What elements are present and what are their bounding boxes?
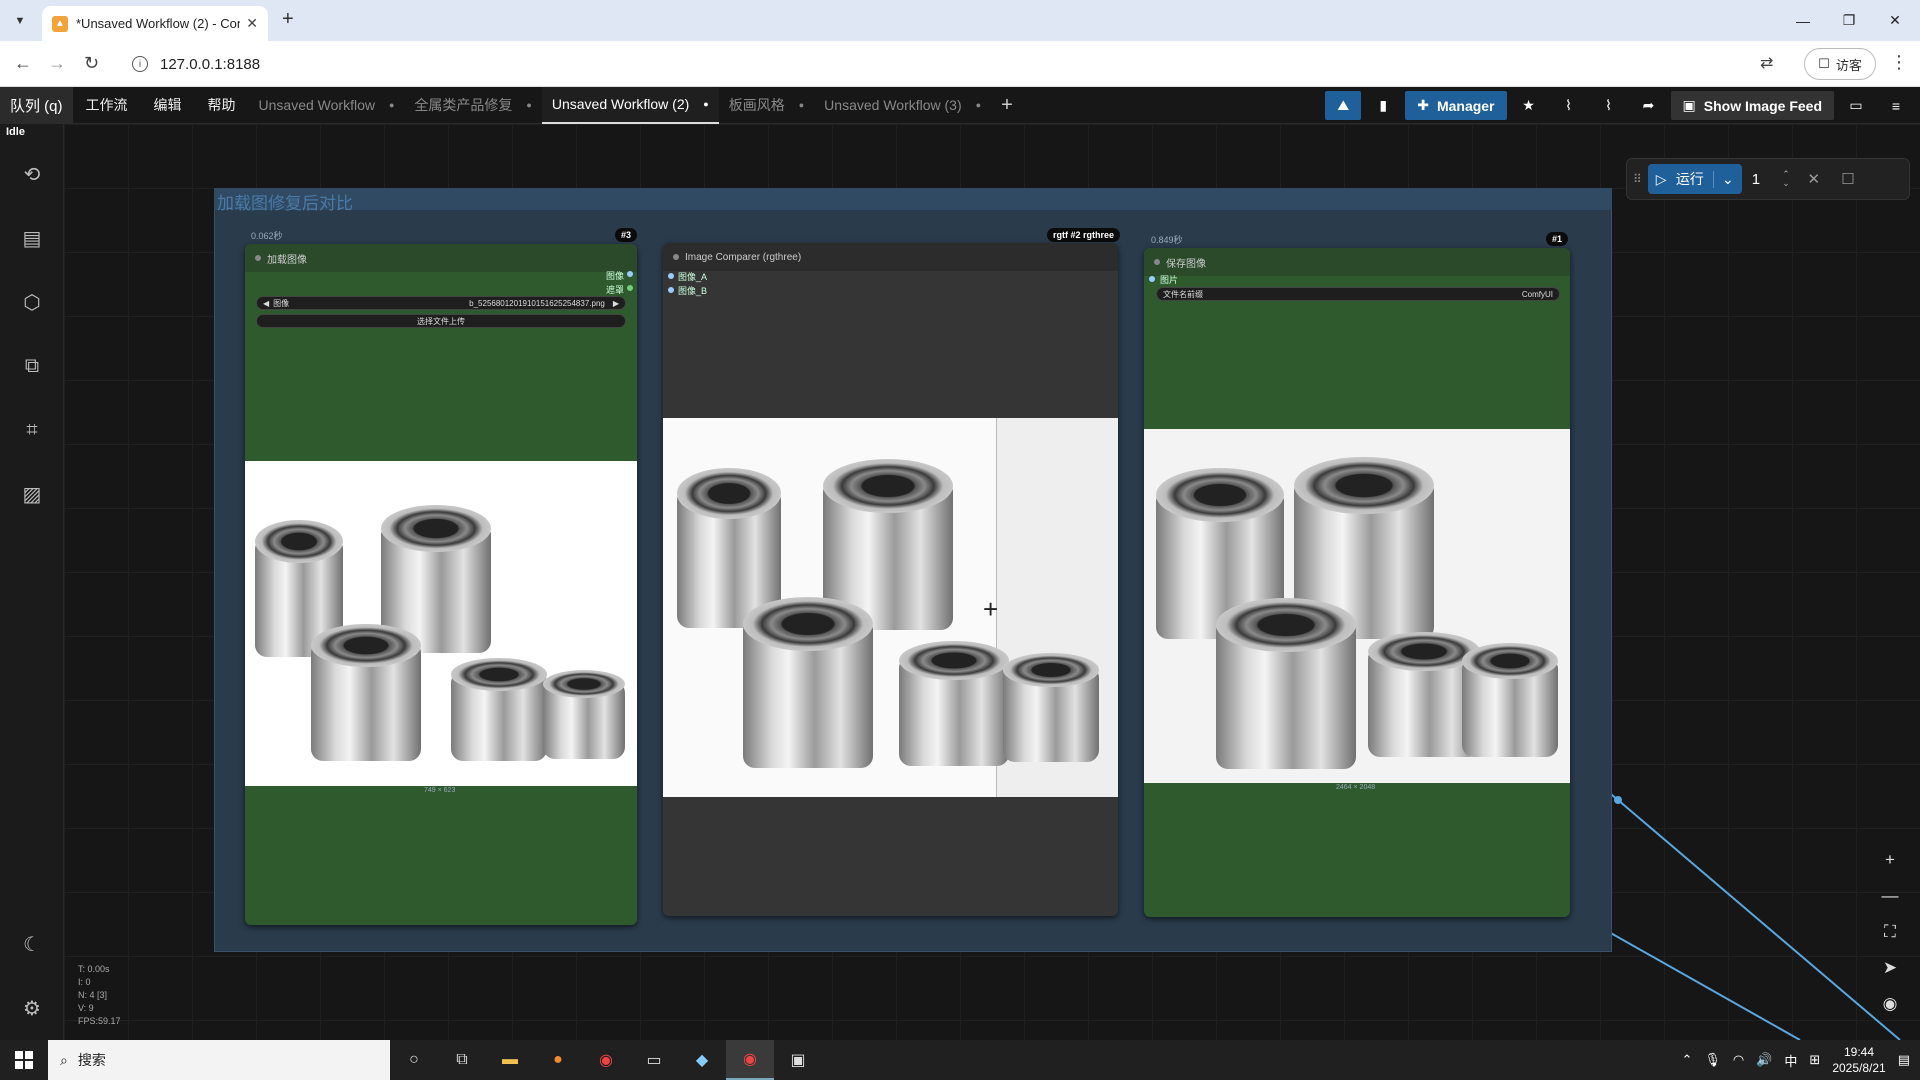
cancel-x-icon[interactable]: ✕ [1800,164,1828,194]
cortana-circle-icon[interactable]: ○ [390,1040,438,1080]
node-id-badge: rgtf #2 rgthree [1047,228,1121,242]
tray-chevron-icon[interactable]: ⌃ [1681,1052,1692,1068]
stat-line: I: 0 [78,977,91,987]
image-size-label: 2464 × 2048 [1336,784,1376,791]
node-title: 加载图像 [267,254,307,266]
input-label-image-a: 图像_A [678,272,708,282]
image-size-label: 749 × 623 [424,787,456,794]
prefix-label: 文件名前缀 [1163,289,1203,299]
batch-count-value[interactable]: 1 [1752,171,1760,188]
file-explorer-icon[interactable]: ▬ [486,1040,534,1080]
canvas-zoom-controls: + — ⛶ ➤ ◉ [1872,846,1908,1018]
node-id-badge: #1 [1546,232,1569,246]
notes-app-icon[interactable]: ◆ [678,1040,726,1080]
chrome-active-icon[interactable]: ◉ [726,1040,774,1080]
ime-indicator[interactable]: 中 [1784,1051,1797,1070]
search-icon: ⌕ [60,1051,68,1068]
wifi-icon[interactable]: ◠ [1733,1052,1744,1068]
stepper-arrows-icon[interactable]: ⌃ ⌄ [1782,170,1790,188]
windows-taskbar: ⌕ 搜索 ○ ⧉ ▬ ● ◉ ▭ ◆ ◉ ▣ ⌃ 🎙 ◠ 🔊 中 ⊞ 19:44… [0,1040,1920,1080]
system-tray: ⌃ 🎙 ◠ 🔊 中 ⊞ 19:44 2025/8/21 ▤ [1681,1040,1920,1080]
input-label-image-b: 图像_B [678,286,708,296]
output-slot-image[interactable] [627,271,633,277]
collapse-dot-icon[interactable] [1154,259,1160,265]
prefix-value: ComfyUI [1521,289,1553,299]
filename-prefix-field[interactable]: 文件名前缀 ComfyUI [1156,287,1560,301]
clock-date: 2025/8/21 [1832,1061,1886,1075]
microphone-icon[interactable]: 🎙 [1704,1052,1721,1068]
zoom-out-icon[interactable]: — [1882,882,1899,910]
run-label: 运行 [1675,171,1704,187]
select-mode-icon[interactable]: ➤ [1883,954,1897,982]
crosshair-cursor-icon: + [983,594,999,624]
search-placeholder: 搜索 [77,1052,106,1068]
group-title[interactable]: 加载图修复后对比 [217,189,353,214]
taskbar-search[interactable]: ⌕ 搜索 [48,1040,390,1080]
node-header[interactable]: Image Comparer (rgthree) [663,243,1118,271]
clock-time: 19:44 [1843,1045,1875,1059]
input-slot-image-a[interactable] [668,273,674,279]
stat-line: T: 0.00s [78,964,110,974]
run-dropdown-chevron-icon[interactable]: ⌄ [1713,170,1734,188]
notifications-icon[interactable]: ▤ [1898,1052,1910,1068]
input-label-images: 图片 [1160,275,1179,285]
windows-start-icon[interactable] [0,1040,48,1080]
run-toolbar: ⠿ ▷ 运行 ⌄ 1 ⌃ ⌄ ✕ ☐ [1626,158,1910,200]
batch-count-stepper[interactable]: 1 ⌃ ⌄ [1748,164,1794,194]
task-view-icon[interactable]: ⧉ [438,1040,486,1080]
node-exec-time: 0.062秒 [251,231,283,241]
combo-value: b_5256801201910151625254837.png [469,298,605,308]
upload-button[interactable]: 选择文件上传 [256,314,626,328]
stat-line: N: 4 [3] [78,990,108,1000]
clock[interactable]: 19:44 2025/8/21 [1832,1044,1885,1076]
comparer-image-preview[interactable]: + [663,418,1118,797]
image-file-combo[interactable]: ◀ 图像 b_5256801201910151625254837.png ▶ [256,296,626,310]
zoom-in-icon[interactable]: + [1885,846,1895,874]
output-label-mask: 遮罩 [606,285,625,295]
input-image-preview [245,461,637,786]
drag-handle-icon[interactable]: ⠿ [1633,172,1642,186]
output-image-preview [1144,429,1570,783]
output-slot-mask[interactable] [627,285,633,291]
volume-icon[interactable]: 🔊 [1756,1052,1772,1068]
stat-line: V: 9 [78,1003,94,1013]
node-header[interactable]: 保存图像 [1144,248,1570,276]
chrome-icon[interactable]: ◉ [582,1040,630,1080]
node-title: Image Comparer (rgthree) [685,251,802,263]
node-id-badge: #3 [615,228,638,242]
stat-line: FPS:59.17 [78,1016,121,1026]
collapse-dot-icon[interactable] [255,255,261,261]
fit-view-icon[interactable]: ⛶ [1884,918,1896,946]
firefox-icon[interactable]: ● [534,1040,582,1080]
terminal-icon[interactable]: ▭ [630,1040,678,1080]
play-icon: ▷ [1655,170,1667,187]
node-title: 保存图像 [1166,258,1206,270]
combo-left-arrow-icon[interactable]: ◀ [263,299,269,308]
stop-square-icon[interactable]: ☐ [1834,164,1862,194]
toggle-links-eye-icon[interactable]: ◉ [1883,990,1898,1018]
keyboard-layout-icon[interactable]: ⊞ [1809,1052,1820,1068]
node-exec-time: 0.849秒 [1151,235,1183,245]
output-label-image: 图像 [606,271,625,281]
combo-label: 图像 [273,298,290,308]
camera-app-icon[interactable]: ▣ [774,1040,822,1080]
canvas-stats: T: 0.00s I: 0 N: 4 [3] V: 9 FPS:59.17 [78,963,121,1028]
input-slot-image-b[interactable] [668,287,674,293]
group-titlebar[interactable] [214,188,1612,210]
node-header[interactable]: 加载图像 [245,244,637,272]
collapse-dot-icon[interactable] [673,254,679,260]
combo-right-arrow-icon[interactable]: ▶ [613,299,619,308]
input-slot-images[interactable] [1149,276,1155,282]
run-button[interactable]: ▷ 运行 ⌄ [1647,164,1742,194]
